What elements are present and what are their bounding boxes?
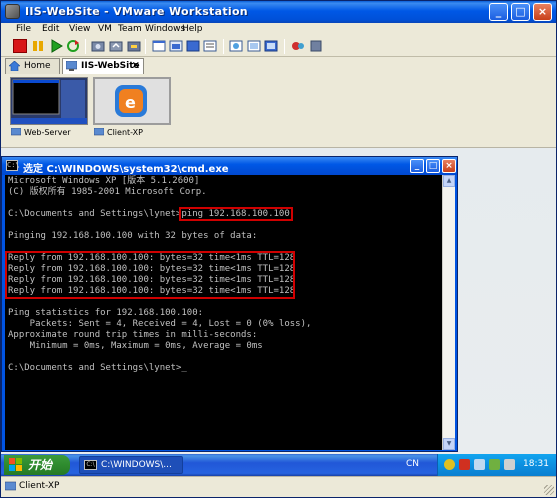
menu-team[interactable]: Team [118, 24, 142, 34]
pause-icon[interactable] [31, 39, 45, 53]
menu-vm[interactable]: VM [98, 24, 112, 34]
console-line: Ping statistics for 192.168.100.100: [8, 308, 204, 318]
console-output[interactable]: Microsoft Windows XP [版本 5.1.2600] (C) 版… [5, 175, 442, 450]
web-server-preview [10, 77, 88, 125]
scroll-down-arrow-icon[interactable]: ▼ [443, 438, 455, 450]
security-center-icon[interactable] [444, 459, 455, 470]
vm-icon [5, 481, 16, 491]
console-line: (C) 版权所有 1985-2001 Microsoft Corp. [8, 187, 207, 197]
toolbar [1, 36, 556, 57]
thumbnail-web-server-label: Web-Server [24, 128, 71, 137]
tab-strip: Home IIS-WebSite × [1, 57, 556, 74]
client-xp-preview: e [93, 77, 171, 125]
quick-switch-icon[interactable] [169, 39, 183, 53]
cmd-scrollbar[interactable]: ▲ ▼ [442, 175, 455, 450]
help-icon[interactable] [309, 39, 323, 53]
appliance-view-icon[interactable] [247, 39, 261, 53]
reset-icon[interactable] [66, 39, 80, 53]
close-button[interactable]: × [533, 3, 552, 21]
summary-view-icon[interactable] [203, 39, 217, 53]
reply-lines-highlight [5, 251, 295, 299]
snapshot-manager-icon[interactable] [127, 39, 141, 53]
start-button[interactable]: 开始 [4, 455, 70, 475]
tab-home[interactable]: Home [5, 58, 60, 74]
start-label: 开始 [28, 458, 53, 472]
thumbnail-label: Web-Server [10, 126, 88, 139]
antivirus-icon[interactable] [459, 459, 470, 470]
windows-flag-icon [9, 458, 22, 471]
shared-folders-icon[interactable] [264, 39, 278, 53]
cmd-title: 选定 C:\WINDOWS\system32\cmd.exe [23, 164, 229, 175]
guest-desktop: C:\ 选定 C:\WINDOWS\system32\cmd.exe _ □ ×… [1, 148, 556, 454]
cmd-minimize-button[interactable]: _ [410, 159, 424, 173]
taskbar-cmd-label: C:\WINDOWS\... [101, 460, 172, 470]
cmd-maximize-button[interactable]: □ [426, 159, 440, 173]
ping-command-highlight [179, 207, 293, 221]
console-line: Pinging 192.168.100.100 with 32 bytes of… [8, 231, 258, 241]
normal-view-icon[interactable] [152, 39, 166, 53]
vmware-app-icon [5, 4, 20, 19]
vm-display[interactable]: C:\ 选定 C:\WINDOWS\system32\cmd.exe _ □ ×… [1, 148, 556, 476]
scroll-up-arrow-icon[interactable]: ▲ [443, 175, 455, 187]
menu-view[interactable]: View [69, 24, 90, 34]
cmd-window[interactable]: C:\ 选定 C:\WINDOWS\system32\cmd.exe _ □ ×… [1, 156, 458, 452]
power-off-icon[interactable] [13, 39, 27, 53]
status-bar: Client-XP [1, 476, 556, 497]
console-line: Minimum = 0ms, Maximum = 0ms, Average = … [8, 341, 263, 351]
close-tab-icon[interactable]: × [132, 59, 140, 73]
cmd-title-bar: C:\ 选定 C:\WINDOWS\system32\cmd.exe _ □ × [2, 157, 457, 175]
fullscreen-icon[interactable] [186, 39, 200, 53]
resize-grip[interactable] [544, 485, 554, 495]
guest-taskbar: 开始 C:\ C:\WINDOWS\... CN 18:31 [1, 454, 556, 476]
thumbnail-label: Client-XP [93, 126, 171, 139]
svg-text:e: e [125, 93, 136, 112]
vm-icon [66, 61, 77, 71]
vm-icon [11, 128, 21, 136]
status-text: Client-XP [19, 481, 60, 491]
clock: 18:31 [523, 459, 549, 469]
cmd-icon: C:\ [84, 460, 97, 470]
thumbnail-client-xp[interactable]: e Client-XP [93, 77, 171, 141]
thumbnail-bar: Web-Server e Client-XP [1, 74, 556, 148]
revert-snapshot-icon[interactable] [109, 39, 123, 53]
language-indicator[interactable]: CN [406, 459, 419, 469]
vmware-window: IIS-WebSite - VMware Workstation _ □ × F… [0, 0, 557, 498]
thumbnail-web-server[interactable]: Web-Server [10, 77, 88, 141]
maximize-button[interactable]: □ [511, 3, 530, 21]
menu-windows[interactable]: Windows [145, 24, 185, 34]
tab-iis-website[interactable]: IIS-WebSite × [62, 58, 144, 74]
system-tray: 18:31 [437, 454, 556, 476]
title-bar: IIS-WebSite - VMware Workstation _ □ × [1, 1, 556, 23]
taskbar-cmd-item[interactable]: C:\ C:\WINDOWS\... [79, 456, 183, 474]
cmd-icon: C:\ [6, 160, 20, 171]
thumbnail-client-xp-label: Client-XP [107, 128, 143, 137]
network-icon[interactable] [474, 459, 485, 470]
volume-icon[interactable] [504, 459, 515, 470]
console-line: Microsoft Windows XP [版本 5.1.2600] [8, 176, 200, 186]
preferences-icon[interactable] [291, 39, 305, 53]
menu-help[interactable]: Help [182, 24, 203, 34]
minimize-button[interactable]: _ [489, 3, 508, 21]
console-line: Packets: Sent = 4, Received = 4, Lost = … [8, 319, 312, 329]
console-line: C:\Documents and Settings\lynet>_ [8, 363, 187, 373]
console-view-icon[interactable] [229, 39, 243, 53]
cmd-close-button[interactable]: × [442, 159, 456, 173]
menu-edit[interactable]: Edit [42, 24, 59, 34]
vm-icon [94, 128, 104, 136]
menu-bar: File Edit View VM Team Windows Help [1, 23, 556, 36]
power-on-icon[interactable] [49, 39, 63, 53]
home-icon [9, 61, 20, 71]
tab-home-label: Home [24, 61, 51, 71]
console-line: Approximate round trip times in milli-se… [8, 330, 258, 340]
window-title: IIS-WebSite - VMware Workstation [25, 5, 248, 18]
menu-file[interactable]: File [16, 24, 31, 34]
snapshot-icon[interactable] [91, 39, 105, 53]
tray-app-icon[interactable] [489, 459, 500, 470]
